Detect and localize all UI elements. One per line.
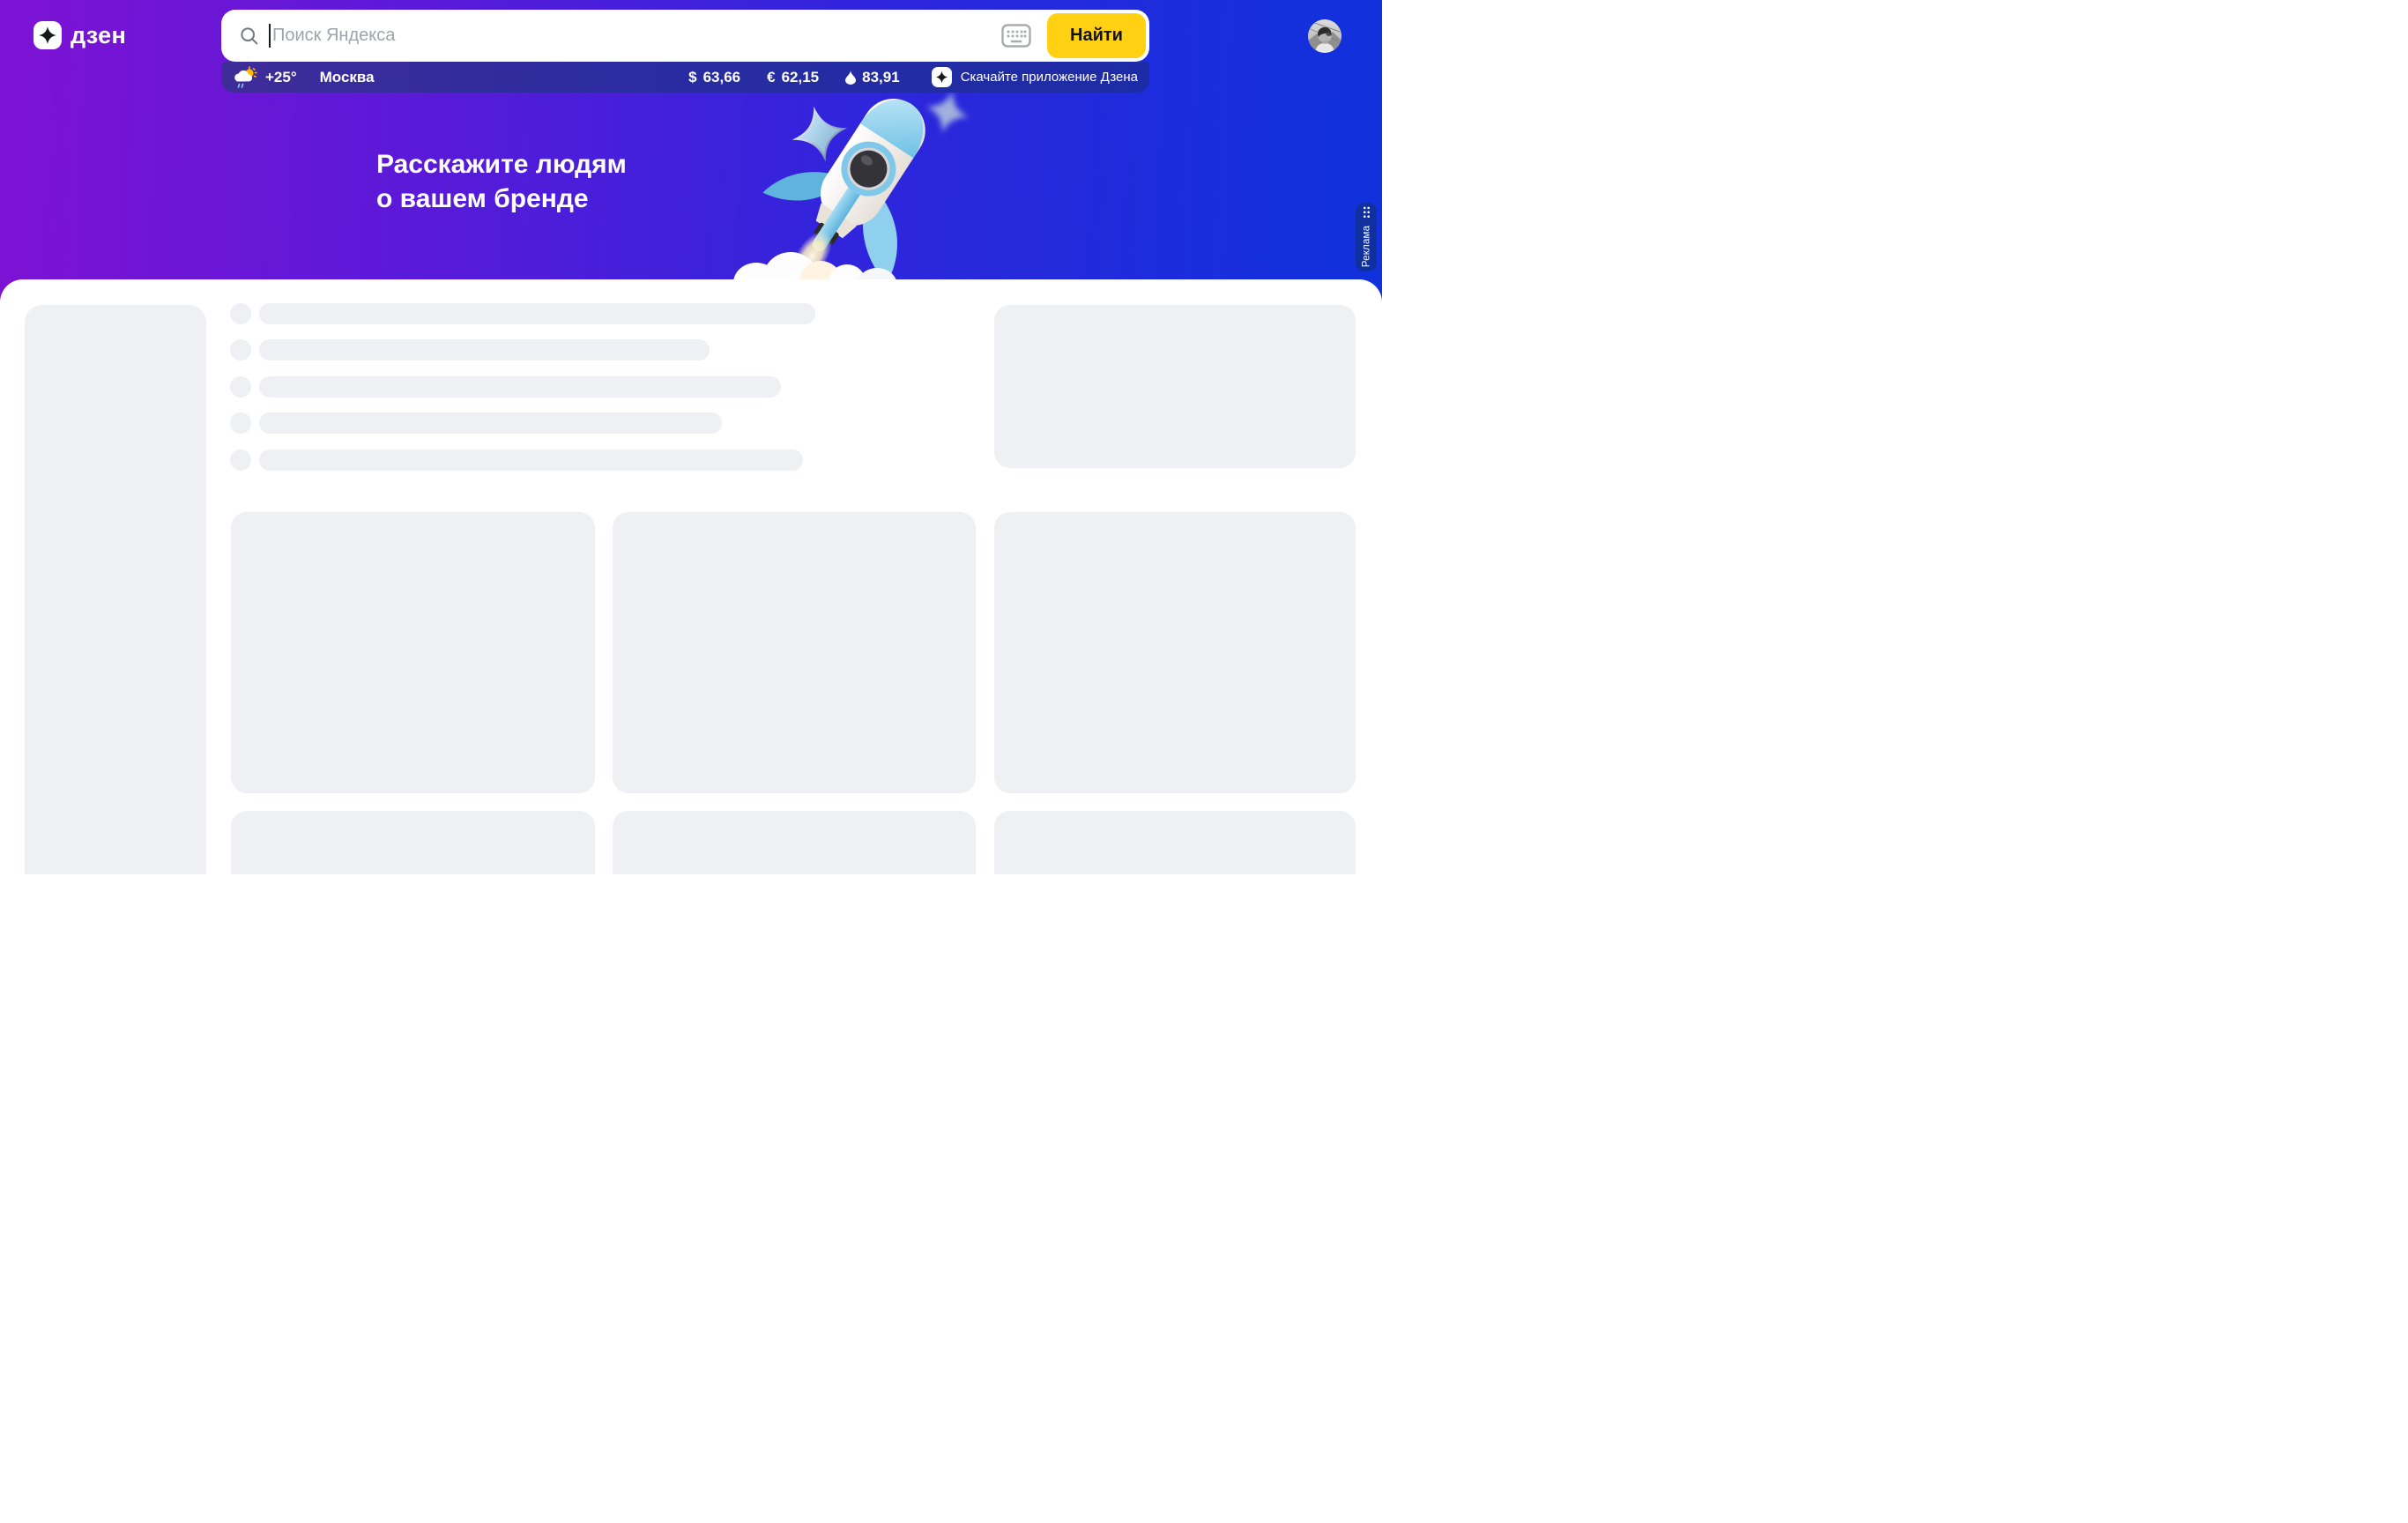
avatar-skeleton — [230, 303, 251, 324]
search-submit-button[interactable]: Найти — [1047, 13, 1146, 58]
text-bar-skeleton — [259, 303, 815, 324]
card-skeleton — [613, 512, 976, 793]
card-skeleton — [231, 512, 595, 793]
dzen-homepage: дзен Найти — [0, 0, 1382, 874]
oil-value: 83,91 — [862, 69, 900, 86]
temperature: +25° — [265, 69, 297, 86]
headline-line-2: о вашем бренде — [376, 182, 627, 216]
text-caret — [269, 24, 271, 48]
usd-value: 63,66 — [703, 69, 741, 86]
avatar-skeleton — [230, 449, 251, 471]
eur-value: 62,15 — [782, 69, 820, 86]
ad-label[interactable]: Реклама — [1356, 203, 1377, 271]
card-skeleton — [613, 811, 976, 874]
weather-widget[interactable]: +25° Москва — [234, 66, 375, 89]
user-avatar[interactable] — [1308, 19, 1341, 53]
city: Москва — [320, 69, 375, 86]
ad-label-text: Реклама — [1361, 226, 1371, 268]
search-bar: Найти — [221, 10, 1149, 62]
sidebar-skeleton — [25, 305, 206, 874]
text-bar-skeleton — [259, 449, 803, 471]
keyboard-icon[interactable] — [1001, 24, 1031, 48]
card-skeleton — [994, 512, 1356, 793]
header: дзен Найти — [0, 0, 1382, 279]
text-bar-skeleton — [259, 339, 710, 360]
text-bar-skeleton — [259, 376, 781, 397]
search-area: Найти +25° — [221, 10, 1149, 93]
search-icon — [240, 26, 259, 46]
sun-rain-cloud-icon — [234, 66, 257, 89]
logo-text: дзен — [71, 22, 126, 49]
usd-rate[interactable]: $ 63,66 — [688, 69, 740, 86]
headline-line-1: Расскажите людям — [376, 147, 627, 182]
text-bar-skeleton — [259, 412, 722, 434]
app-promo-link[interactable]: Скачайте приложение Дзена — [932, 67, 1138, 87]
usd-symbol: $ — [688, 69, 696, 86]
dzen-star-icon — [33, 21, 62, 49]
star-decoration — [786, 100, 853, 167]
eur-rate[interactable]: € 62,15 — [767, 69, 819, 86]
dzen-star-icon — [932, 67, 952, 87]
avatar-skeleton — [230, 376, 251, 397]
card-skeleton — [231, 811, 595, 874]
card-skeleton — [994, 305, 1356, 468]
oil-rate[interactable]: 83,91 — [845, 69, 900, 86]
currency-rates: $ 63,66 € 62,15 83,91 — [688, 69, 900, 86]
ad-headline: Расскажите людям о вашем бренде — [376, 147, 627, 216]
avatar-skeleton — [230, 339, 251, 360]
eur-symbol: € — [767, 69, 775, 86]
more-dots-icon — [1363, 207, 1370, 219]
info-bar: +25° Москва $ 63,66 € 62,15 83,91 — [221, 62, 1149, 93]
app-promo-label: Скачайте приложение Дзена — [961, 70, 1138, 85]
search-input[interactable] — [272, 26, 1001, 46]
oil-drop-icon — [845, 71, 856, 85]
avatar-skeleton — [230, 412, 251, 434]
content-sheet — [0, 279, 1382, 874]
card-skeleton — [994, 811, 1356, 874]
dzen-logo[interactable]: дзен — [33, 21, 126, 49]
